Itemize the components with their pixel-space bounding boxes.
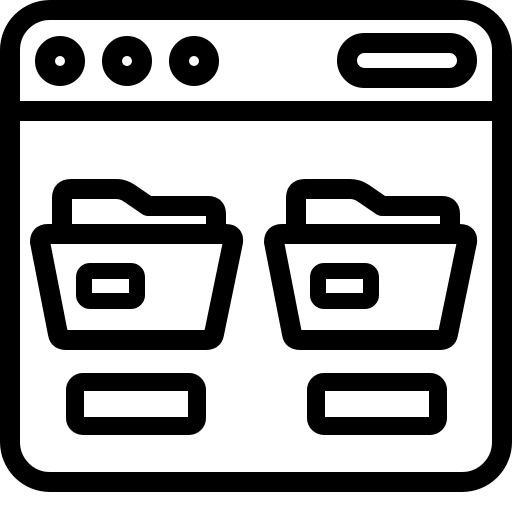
folder-caption-bar xyxy=(307,373,447,435)
folder-right-icon xyxy=(264,179,478,435)
browser-window-folders-icon xyxy=(0,0,512,492)
folder-left-icon xyxy=(30,179,244,435)
icon-canvas xyxy=(0,0,512,512)
window-control-circle-icon[interactable] xyxy=(35,36,85,86)
window-control-circle-icon[interactable] xyxy=(169,36,219,86)
folder-label-icon xyxy=(76,263,145,309)
folder-caption-bar xyxy=(66,373,206,435)
window-control-circle-icon[interactable] xyxy=(102,36,152,86)
address-bar-pill-icon[interactable] xyxy=(337,33,477,88)
folder-label-icon xyxy=(310,263,379,309)
